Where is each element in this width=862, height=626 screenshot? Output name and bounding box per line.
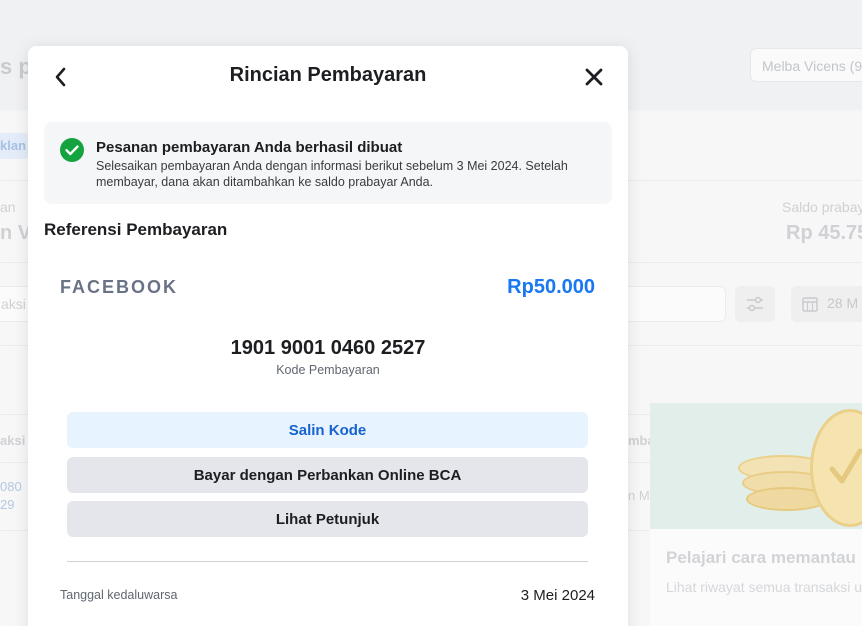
- expiry-date-label: Tanggal kedaluwarsa: [60, 588, 178, 602]
- sliders-icon: [747, 296, 763, 312]
- success-notice: Pesanan pembayaran Anda berhasil dibuat …: [44, 122, 612, 204]
- reference-heading: Referensi Pembayaran: [44, 220, 228, 239]
- background-search-placeholder: aksi: [1, 296, 26, 312]
- prepaid-balance-value: Rp 45.75: [786, 222, 862, 244]
- background-tab[interactable]: klan: [0, 133, 30, 159]
- copy-code-button[interactable]: Salin Kode: [67, 412, 588, 448]
- view-instructions-button[interactable]: Lihat Petunjuk: [67, 501, 588, 537]
- table-row-link[interactable]: 080: [0, 479, 22, 494]
- divider: [67, 561, 588, 562]
- coins-illustration: [650, 403, 862, 529]
- check-circle-icon: [60, 138, 84, 162]
- checkmark-icon: [829, 448, 862, 484]
- table-header: aksi: [0, 433, 26, 448]
- pay-online-bca-button[interactable]: Bayar dengan Perbankan Online BCA: [67, 457, 588, 493]
- promo-title: Pelajari cara memantau: [666, 548, 856, 567]
- background-input[interactable]: [620, 286, 726, 322]
- date-filter-label: 28 M: [827, 295, 859, 311]
- payment-details-dialog: Rincian Pembayaran Pesanan pembayaran An…: [28, 46, 628, 626]
- background-column-label: an: [0, 199, 16, 215]
- date-filter-button[interactable]: 28 M: [791, 286, 862, 322]
- prepaid-balance-label: Saldo prabay: [782, 199, 862, 215]
- merchant-name: FACEBOOK: [60, 277, 179, 297]
- filter-button[interactable]: [735, 286, 775, 322]
- promo-card[interactable]: Pelajari cara memantau Lihat riwayat sem…: [650, 403, 862, 626]
- expiry-date-value: 3 Mei 2024: [520, 587, 595, 604]
- account-selector[interactable]: Melba Vicens (9: [750, 48, 862, 82]
- payment-code: 1901 9001 0460 2527: [230, 337, 426, 359]
- payment-amount: Rp50.000: [507, 276, 595, 298]
- close-icon: [585, 68, 603, 86]
- close-button[interactable]: [580, 64, 608, 90]
- notice-body: Selesaikan pembayaran Anda dengan inform…: [96, 159, 568, 189]
- calendar-icon: [802, 297, 818, 312]
- dialog-title: Rincian Pembayaran: [229, 64, 427, 86]
- table-cell: n M: [628, 488, 650, 503]
- table-row-link[interactable]: 29: [0, 497, 14, 512]
- promo-subtitle: Lihat riwayat semua transaksi u: [666, 579, 862, 595]
- notice-title: Pesanan pembayaran Anda berhasil dibuat: [96, 139, 403, 156]
- payment-code-label: Kode Pembayaran: [276, 363, 380, 377]
